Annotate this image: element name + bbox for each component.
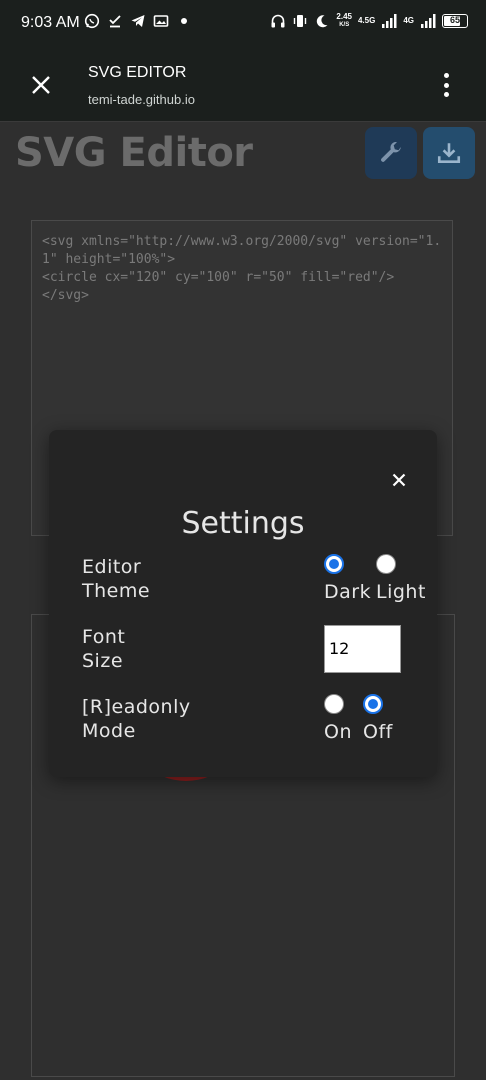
signal-icon (381, 13, 397, 29)
battery-icon: 65 (442, 14, 468, 28)
readonly-off-label: Off (363, 721, 393, 743)
vibrate-icon (292, 13, 308, 29)
signal-icon (420, 13, 436, 29)
dot-icon (176, 13, 192, 29)
readonly-on-radio[interactable] (324, 694, 344, 714)
modal-close-button[interactable] (387, 468, 411, 492)
close-tab-button[interactable] (22, 66, 60, 104)
readonly-off-radio[interactable] (363, 694, 383, 714)
close-icon (392, 473, 406, 487)
modal-title: Settings (181, 506, 305, 541)
page-title: SVG Editor (15, 130, 253, 176)
close-icon (32, 76, 50, 94)
toolbar-url[interactable]: temi-tade.github.io (88, 92, 195, 107)
theme-light-radio[interactable] (376, 554, 396, 574)
readonly-mode-label: [R]eadonly Mode (82, 696, 191, 742)
editor-theme-label: Editor Theme (82, 556, 151, 602)
theme-dark-label: Dark (324, 581, 372, 603)
network-type-2: 4G (403, 16, 414, 25)
battery-level: 65 (449, 15, 460, 25)
whatsapp-icon (84, 13, 100, 29)
settings-modal: Settings Editor Theme Dark Light Font Si… (49, 430, 437, 777)
telegram-icon (130, 13, 146, 29)
wrench-icon (381, 142, 401, 162)
font-size-input[interactable]: 12 (324, 625, 401, 673)
settings-button[interactable] (365, 127, 417, 179)
download-icon (437, 143, 461, 163)
network-speed: 2.45 K/S (336, 12, 352, 29)
status-bar: 9:03 AM 2.45 K/S 4.5G 4G 65 (0, 0, 486, 48)
readonly-on-label: On (324, 721, 352, 743)
download-button[interactable] (423, 127, 475, 179)
status-left-icons (84, 13, 192, 29)
status-time: 9:03 AM (21, 14, 80, 31)
font-size-label: Font Size (82, 626, 126, 672)
download-done-icon (107, 13, 123, 29)
theme-light-label: Light (376, 581, 426, 603)
more-options-button[interactable] (432, 70, 460, 100)
theme-dark-radio[interactable] (324, 554, 344, 574)
moon-icon (314, 13, 330, 29)
headphones-icon (270, 13, 286, 29)
status-right-icons: 2.45 K/S 4.5G 4G 65 (270, 13, 468, 29)
toolbar-title: SVG EDITOR (88, 64, 187, 81)
browser-toolbar: SVG EDITOR temi-tade.github.io (0, 48, 486, 122)
image-icon (153, 13, 169, 29)
network-type-1: 4.5G (357, 16, 376, 25)
more-vert-icon (443, 73, 449, 78)
